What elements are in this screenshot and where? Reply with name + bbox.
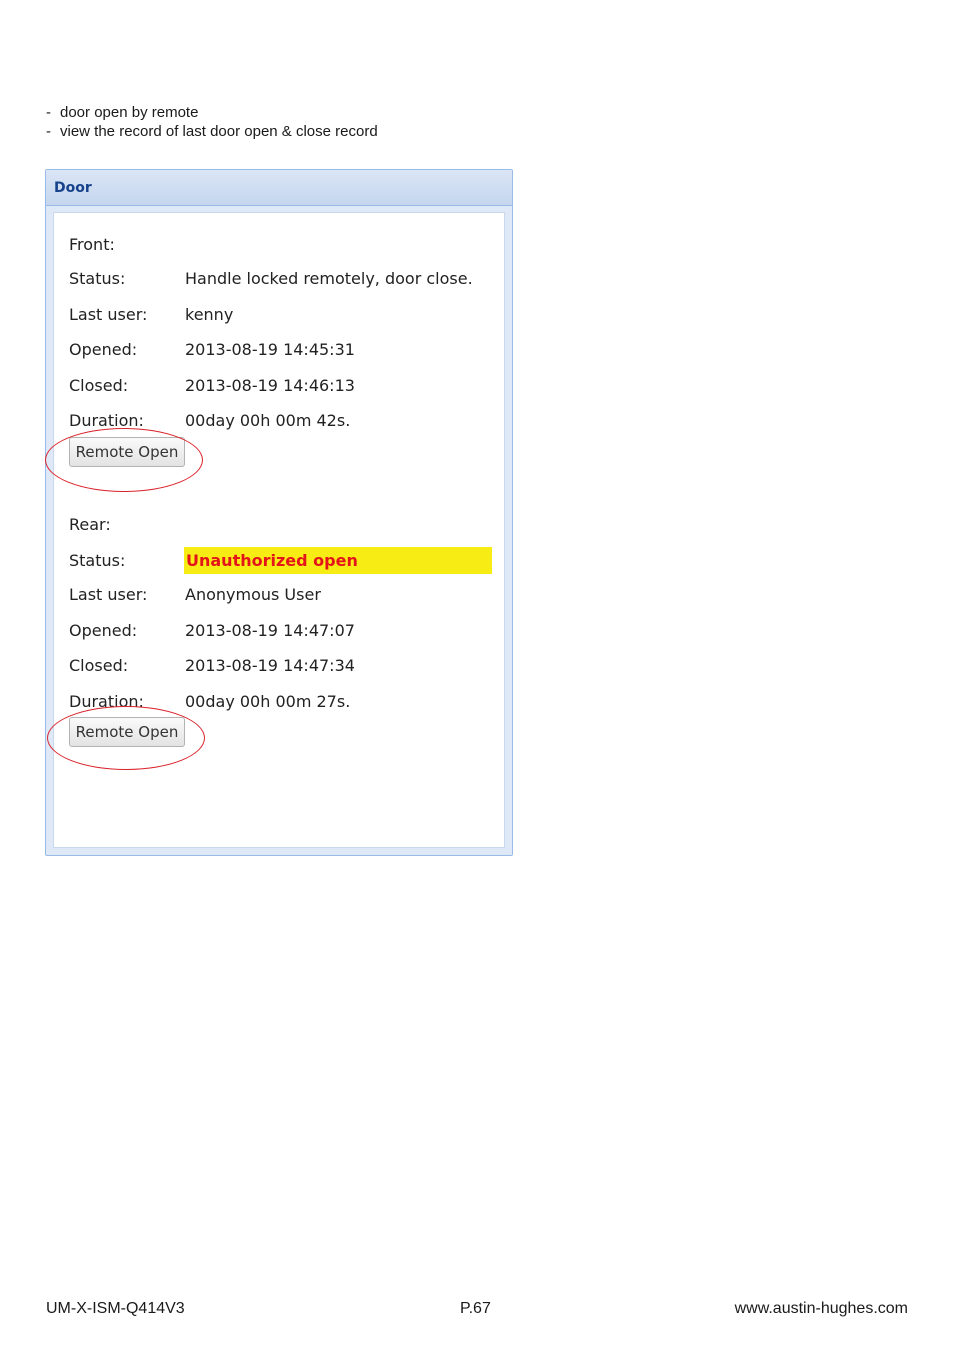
last-user-label: Last user: <box>69 305 148 324</box>
feature-item: - view the record of last door open & clo… <box>46 123 378 140</box>
feature-text: view the record of last door open & clos… <box>60 123 378 140</box>
footer-doc-id: UM-X-ISM-Q414V3 <box>46 1300 185 1317</box>
panel-body: Front: Status: Handle locked remotely, d… <box>53 212 505 848</box>
front-last-user-value: kenny <box>185 305 234 324</box>
front-heading: Front: <box>69 235 115 254</box>
front-remote-open-button[interactable]: Remote Open <box>69 437 185 467</box>
duration-label: Duration: <box>69 692 144 711</box>
duration-label: Duration: <box>69 411 144 430</box>
closed-label: Closed: <box>69 376 129 395</box>
closed-label: Closed: <box>69 656 129 675</box>
rear-remote-open-button[interactable]: Remote Open <box>69 717 185 747</box>
footer-page-number: P.67 <box>460 1300 491 1317</box>
opened-label: Opened: <box>69 621 138 640</box>
status-label: Status: <box>69 551 126 570</box>
opened-label: Opened: <box>69 340 138 359</box>
last-user-label: Last user: <box>69 585 148 604</box>
rear-closed-value: 2013-08-19 14:47:34 <box>185 656 355 675</box>
panel-header: Door <box>46 170 512 206</box>
rear-opened-value: 2013-08-19 14:47:07 <box>185 621 355 640</box>
rear-last-user-value: Anonymous User <box>185 585 321 604</box>
footer-website: www.austin-hughes.com <box>734 1300 908 1317</box>
feature-text: door open by remote <box>60 104 199 121</box>
status-label: Status: <box>69 269 126 288</box>
feature-item: - door open by remote <box>46 104 199 121</box>
panel-title: Door <box>54 180 92 196</box>
feature-list: - door open by remote - view the record of… <box>46 103 378 141</box>
front-status-value: Handle locked remotely, door close. <box>185 269 473 288</box>
front-closed-value: 2013-08-19 14:46:13 <box>185 376 355 395</box>
rear-status-alert-value: Unauthorized open <box>184 547 492 574</box>
front-duration-value: 00day 00h 00m 42s. <box>185 411 351 430</box>
front-opened-value: 2013-08-19 14:45:31 <box>185 340 355 359</box>
door-panel: Door Front: Status: Handle locked remote… <box>45 169 513 856</box>
rear-duration-value: 00day 00h 00m 27s. <box>185 692 351 711</box>
rear-heading: Rear: <box>69 515 111 534</box>
